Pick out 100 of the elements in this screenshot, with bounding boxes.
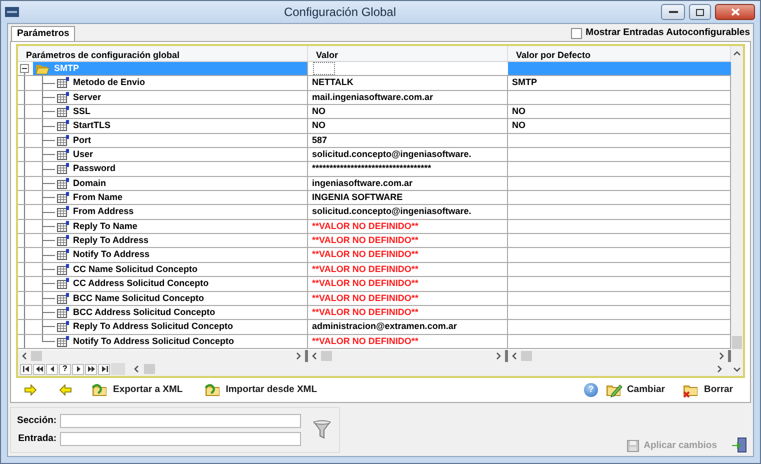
scroll-thumb[interactable]	[31, 351, 42, 361]
folder-pencil-icon	[606, 382, 624, 398]
tree-item-label[interactable]: Notify To Address	[73, 248, 150, 262]
tree-item-label[interactable]: Server	[73, 90, 102, 104]
scroll-thumb[interactable]	[521, 351, 532, 361]
table-cell: 587	[308, 134, 508, 148]
table-cell: solicitud.concepto@ingeniasoftware.	[308, 205, 508, 219]
export-button[interactable]: Exportar a XML	[92, 382, 183, 398]
exit-door-icon	[731, 437, 747, 453]
tree-item-label[interactable]: From Address	[73, 205, 134, 219]
scroll-right-icon[interactable]	[295, 352, 302, 360]
grid-icon	[57, 336, 70, 347]
table-cell: **VALOR NO DEFINIDO**	[308, 220, 508, 234]
table-cell: **VALOR NO DEFINIDO**	[308, 234, 508, 248]
cell-editor[interactable]	[313, 62, 335, 76]
table-cell: **VALOR NO DEFINIDO**	[308, 306, 508, 320]
tree-item-label[interactable]: StartTLS	[73, 119, 111, 133]
tree-item-label[interactable]: BCC Address Solicitud Concepto	[73, 306, 216, 320]
grid-icon	[57, 220, 70, 232]
grid-icon	[57, 264, 70, 275]
previous-button[interactable]	[46, 364, 58, 374]
minimize-icon	[668, 10, 678, 14]
right-arrow-icon	[24, 384, 37, 396]
grid-icon	[57, 292, 70, 304]
table-cell: NETTALK	[308, 76, 508, 90]
grid-icon	[57, 134, 70, 146]
table-cell: **VALOR NO DEFINIDO**	[308, 248, 508, 262]
grid-icon	[57, 206, 70, 218]
tree-item-label[interactable]: Reply To Address Solicitud Concepto	[73, 320, 234, 334]
table-cell: **VALOR NO DEFINIDO**	[308, 334, 508, 348]
first-record-button[interactable]	[20, 364, 32, 374]
first-icon	[22, 365, 30, 373]
grid-icon	[57, 178, 70, 189]
tree-item-label[interactable]: From Name	[73, 191, 123, 204]
left-arrow-button[interactable]	[59, 384, 72, 396]
scroll-thumb[interactable]	[144, 364, 155, 374]
scroll-left-icon[interactable]	[133, 365, 140, 373]
scroll-left-icon[interactable]	[21, 352, 28, 360]
checkbox[interactable]: Mostrar Entradas Autoconfigurables	[570, 26, 750, 41]
grid-icon	[57, 278, 70, 290]
window-title: Configuración Global	[282, 4, 398, 21]
scroll-left-icon[interactable]	[311, 352, 318, 360]
rewind-button[interactable]	[33, 364, 45, 374]
scroll-up-icon[interactable]	[733, 50, 741, 56]
grid-icon	[57, 192, 70, 204]
tree-item-label[interactable]: CC Address Solicitud Concepto	[73, 277, 209, 290]
maximize-icon	[696, 8, 704, 16]
locate-button[interactable]: ?	[59, 364, 71, 374]
table-cell: mail.ingeniasoftware.com.ar	[308, 90, 508, 104]
next-button[interactable]	[72, 364, 84, 374]
tree-item-label[interactable]: BCC Name Solicitud Concepto	[73, 292, 204, 305]
grid-icon	[57, 120, 70, 132]
close-button[interactable]	[715, 4, 755, 20]
tree-item-label[interactable]: Port	[73, 134, 91, 148]
fast-forward-button[interactable]	[85, 364, 97, 374]
tree-item-label[interactable]: Reply To Address	[73, 234, 149, 248]
next-page-icon	[86, 365, 96, 373]
left-arrow-icon	[59, 384, 72, 396]
exit-button[interactable]	[731, 437, 747, 453]
minimize-button[interactable]	[661, 4, 685, 20]
import-button[interactable]: Importar desde XML	[204, 382, 318, 398]
table-cell: solicitud.concepto@ingeniasoftware.	[308, 148, 508, 162]
prev-page-icon	[34, 365, 44, 373]
tree-item-label[interactable]: CC Name Solicitud Concepto	[73, 262, 198, 276]
tree-item-label[interactable]: User	[73, 148, 94, 162]
table-cell: NO	[308, 105, 508, 118]
collapse-icon[interactable]	[20, 64, 29, 73]
last-record-button[interactable]	[98, 364, 110, 374]
delete-button[interactable]: Borrar	[682, 382, 733, 398]
grid-icon	[57, 249, 70, 260]
scroll-left-icon[interactable]	[511, 352, 518, 360]
input-field[interactable]	[60, 414, 301, 428]
funnel-icon[interactable]	[312, 420, 331, 440]
scroll-thumb[interactable]	[321, 351, 332, 361]
table-cell: **********************************	[308, 162, 508, 176]
table-cell: **VALOR NO DEFINIDO**	[308, 277, 508, 290]
maximize-button[interactable]	[689, 4, 711, 20]
tree-item-label[interactable]: SSL	[73, 105, 91, 118]
table-cell: **VALOR NO DEFINIDO**	[308, 262, 508, 276]
field-label: Entrada:	[17, 432, 57, 446]
scroll-down-icon[interactable]	[733, 367, 741, 373]
right-arrow-button[interactable]	[24, 384, 37, 396]
tree-item-label[interactable]: Domain	[73, 176, 106, 190]
scroll-right-icon[interactable]	[495, 352, 502, 360]
tree-item-label[interactable]: Notify To Address Solicitud Concepto	[73, 334, 234, 348]
folder-icon	[35, 62, 50, 75]
input-field[interactable]	[60, 432, 301, 446]
close-icon	[730, 8, 740, 16]
table-cell: ingeniasoftware.com.ar	[308, 176, 508, 190]
tree-item-label[interactable]: Reply To Name	[73, 220, 138, 234]
scroll-thumb[interactable]	[732, 336, 742, 349]
table-cell: INGENIA SOFTWARE	[308, 191, 508, 204]
edit-button[interactable]: Cambiar	[606, 382, 665, 398]
tab[interactable]: Parámetros	[11, 26, 76, 41]
app-icon	[5, 7, 19, 17]
last-icon	[100, 365, 108, 373]
tree-item-label[interactable]: Password	[73, 162, 116, 176]
grid-icon	[57, 149, 70, 160]
tree-item-label[interactable]: Metodo de Envio	[73, 76, 145, 90]
table-cell: **VALOR NO DEFINIDO**	[308, 292, 508, 305]
